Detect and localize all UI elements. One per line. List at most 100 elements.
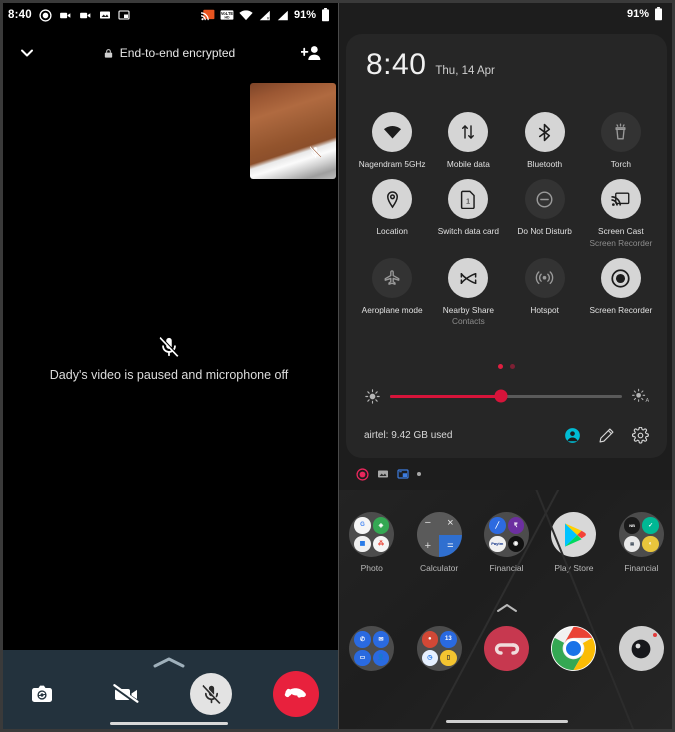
brightness-slider-fill <box>390 394 502 398</box>
tile-torch[interactable]: Torch <box>583 102 659 169</box>
record-dot-icon[interactable] <box>356 467 369 481</box>
tile-hotspot-circle <box>524 258 565 299</box>
tile-screen-recorder-circle <box>600 258 641 299</box>
mobile-data-icon <box>459 123 477 141</box>
dock-app-chrome[interactable] <box>540 626 607 671</box>
tile-mobile-data-label: Mobile data <box>446 159 490 169</box>
self-view-video <box>250 83 336 179</box>
chrome-icon <box>551 626 597 671</box>
lock-icon <box>103 48 114 59</box>
shade-page-indicator <box>346 364 667 369</box>
tile-aeroplane-mode-label: Aeroplane mode <box>361 305 423 316</box>
signal-1-icon: R <box>258 10 271 21</box>
home-app-label: Financial <box>624 563 659 573</box>
tile-hotspot[interactable]: Hotspot <box>507 248 583 327</box>
battery-icon <box>654 7 663 21</box>
end-call-button[interactable] <box>254 671 339 717</box>
status-bar-left-group: 8:40 <box>8 8 130 22</box>
home-app-photo[interactable]: G ◈ ▦ ⁂ Photo <box>338 512 405 573</box>
location-pin-icon <box>384 190 401 209</box>
tile-switch-data-card[interactable]: 1 Switch data card <box>430 169 506 248</box>
wifi-icon <box>383 125 402 140</box>
flip-camera-button[interactable] <box>0 682 85 706</box>
tile-nearby-share[interactable]: Nearby Share Contacts <box>430 248 506 327</box>
mute-button[interactable] <box>169 673 254 715</box>
video-camera-icon <box>79 9 92 22</box>
collapse-call-button[interactable] <box>14 40 40 66</box>
tile-location[interactable]: Location <box>354 169 430 248</box>
home-app-financial-2[interactable]: NB ✓ ▤ ◐ Financial <box>608 512 675 573</box>
home-app-label: Calculator <box>419 563 459 573</box>
financial-folder-2-icon: NB ✓ ▤ ◐ <box>618 512 664 557</box>
image-icon[interactable] <box>377 468 389 480</box>
left-status-bar: 8:40 VoLTE HD R 91% <box>0 0 338 30</box>
tile-wifi-label: Nagendram 5GHz <box>358 159 426 169</box>
dock-app-tools[interactable]: ● 13 ◷ ▯ <box>405 626 472 671</box>
financial-folder-icon: ╱ ₹ Paytm ◉ <box>484 512 530 557</box>
picture-in-picture-icon[interactable] <box>397 468 409 480</box>
shade-footer-icons <box>564 426 649 444</box>
dock-app-autodesk[interactable] <box>473 626 540 671</box>
battery-icon <box>321 8 330 22</box>
tile-bluetooth[interactable]: Bluetooth <box>507 102 583 169</box>
user-avatar-icon[interactable] <box>564 427 581 444</box>
tile-aeroplane-mode[interactable]: Aeroplane mode <box>354 248 430 327</box>
home-app-row: G ◈ ▦ ⁂ Photo − × + = Calculator ╱ ₹ Pay… <box>338 512 675 573</box>
dock-app-camera[interactable] <box>608 626 675 671</box>
home-app-label: Photo <box>360 563 383 573</box>
tile-wifi-circle <box>372 112 413 152</box>
tools-folder-icon: ● 13 ◷ ▯ <box>416 626 462 671</box>
tile-screen-recorder[interactable]: Screen Recorder <box>583 248 659 327</box>
svg-text:R: R <box>267 16 270 20</box>
brightness-auto-icon[interactable]: A <box>631 387 649 405</box>
dock-badge-count: 13 <box>440 631 457 648</box>
add-participant-button[interactable] <box>298 40 324 66</box>
app-drawer-chevron-up-icon[interactable] <box>496 600 518 618</box>
communication-folder-icon: ✆ ✉ ▭ 👤 <box>349 626 395 671</box>
edit-pencil-icon[interactable] <box>598 427 615 444</box>
shade-clock-time: 8:40 <box>366 48 427 81</box>
quick-settings-tiles: Nagendram 5GHz Mobile data Bluetooth Tor… <box>354 102 659 327</box>
tile-nearby-share-circle <box>448 258 489 299</box>
video-off-button[interactable] <box>85 682 170 706</box>
tile-mobile-data[interactable]: Mobile data <box>430 102 506 169</box>
screen-cast-icon <box>200 9 215 21</box>
tile-screen-cast-sublabel: Screen Recorder <box>589 237 653 248</box>
call-control-buttons <box>0 670 338 718</box>
dock-app-communication[interactable]: ✆ ✉ ▭ 👤 <box>338 626 405 671</box>
svg-text:1: 1 <box>466 196 470 205</box>
quick-settings-shade: 8:40 Thu, 14 Apr Nagendram 5GHz Mobile d… <box>346 34 667 458</box>
brightness-slider-knob <box>494 389 508 403</box>
self-view-thumbnail[interactable] <box>250 83 336 179</box>
page-dot-active[interactable] <box>498 364 503 369</box>
status-bar-right-group: VoLTE HD R 91% <box>200 8 330 22</box>
tile-screen-recorder-label: Screen Recorder <box>589 305 653 316</box>
tile-screen-cast-circle <box>600 179 641 220</box>
quick-settings-row: Location 1 Switch data card Do Not Distu… <box>354 169 659 248</box>
tile-screen-cast[interactable]: Screen Cast Screen Recorder <box>583 169 659 248</box>
home-app-label: Play Store <box>554 563 594 573</box>
home-app-calculator[interactable]: − × + = Calculator <box>405 512 472 573</box>
wifi-icon <box>239 9 253 21</box>
play-store-icon <box>551 512 597 557</box>
page-dot-inactive[interactable] <box>510 364 515 369</box>
settings-gear-icon[interactable] <box>632 426 649 444</box>
brightness-slider[interactable] <box>390 389 622 403</box>
tile-nearby-share-label: Nearby Share <box>442 305 494 316</box>
home-app-play-store[interactable]: Play Store <box>540 512 607 573</box>
encryption-label: End-to-end encrypted <box>119 46 236 60</box>
brightness-slider-row: A <box>364 381 649 411</box>
tile-mobile-data-circle <box>448 112 489 152</box>
navigation-pill <box>445 719 568 723</box>
home-app-financial[interactable]: ╱ ₹ Paytm ◉ Financial <box>473 512 540 573</box>
airplane-icon <box>383 269 401 287</box>
tile-do-not-disturb-circle <box>524 179 565 220</box>
mic-off-icon <box>158 336 180 358</box>
call-status-text: Dady's video is paused and microphone of… <box>49 368 289 382</box>
tile-wifi[interactable]: Nagendram 5GHz <box>354 102 430 169</box>
brightness-low-icon <box>364 388 381 405</box>
tile-do-not-disturb[interactable]: Do Not Disturb <box>507 169 583 248</box>
panel-divider <box>338 0 339 732</box>
signal-2-icon <box>276 10 289 21</box>
tile-nearby-share-sublabel: Contacts <box>452 316 485 327</box>
